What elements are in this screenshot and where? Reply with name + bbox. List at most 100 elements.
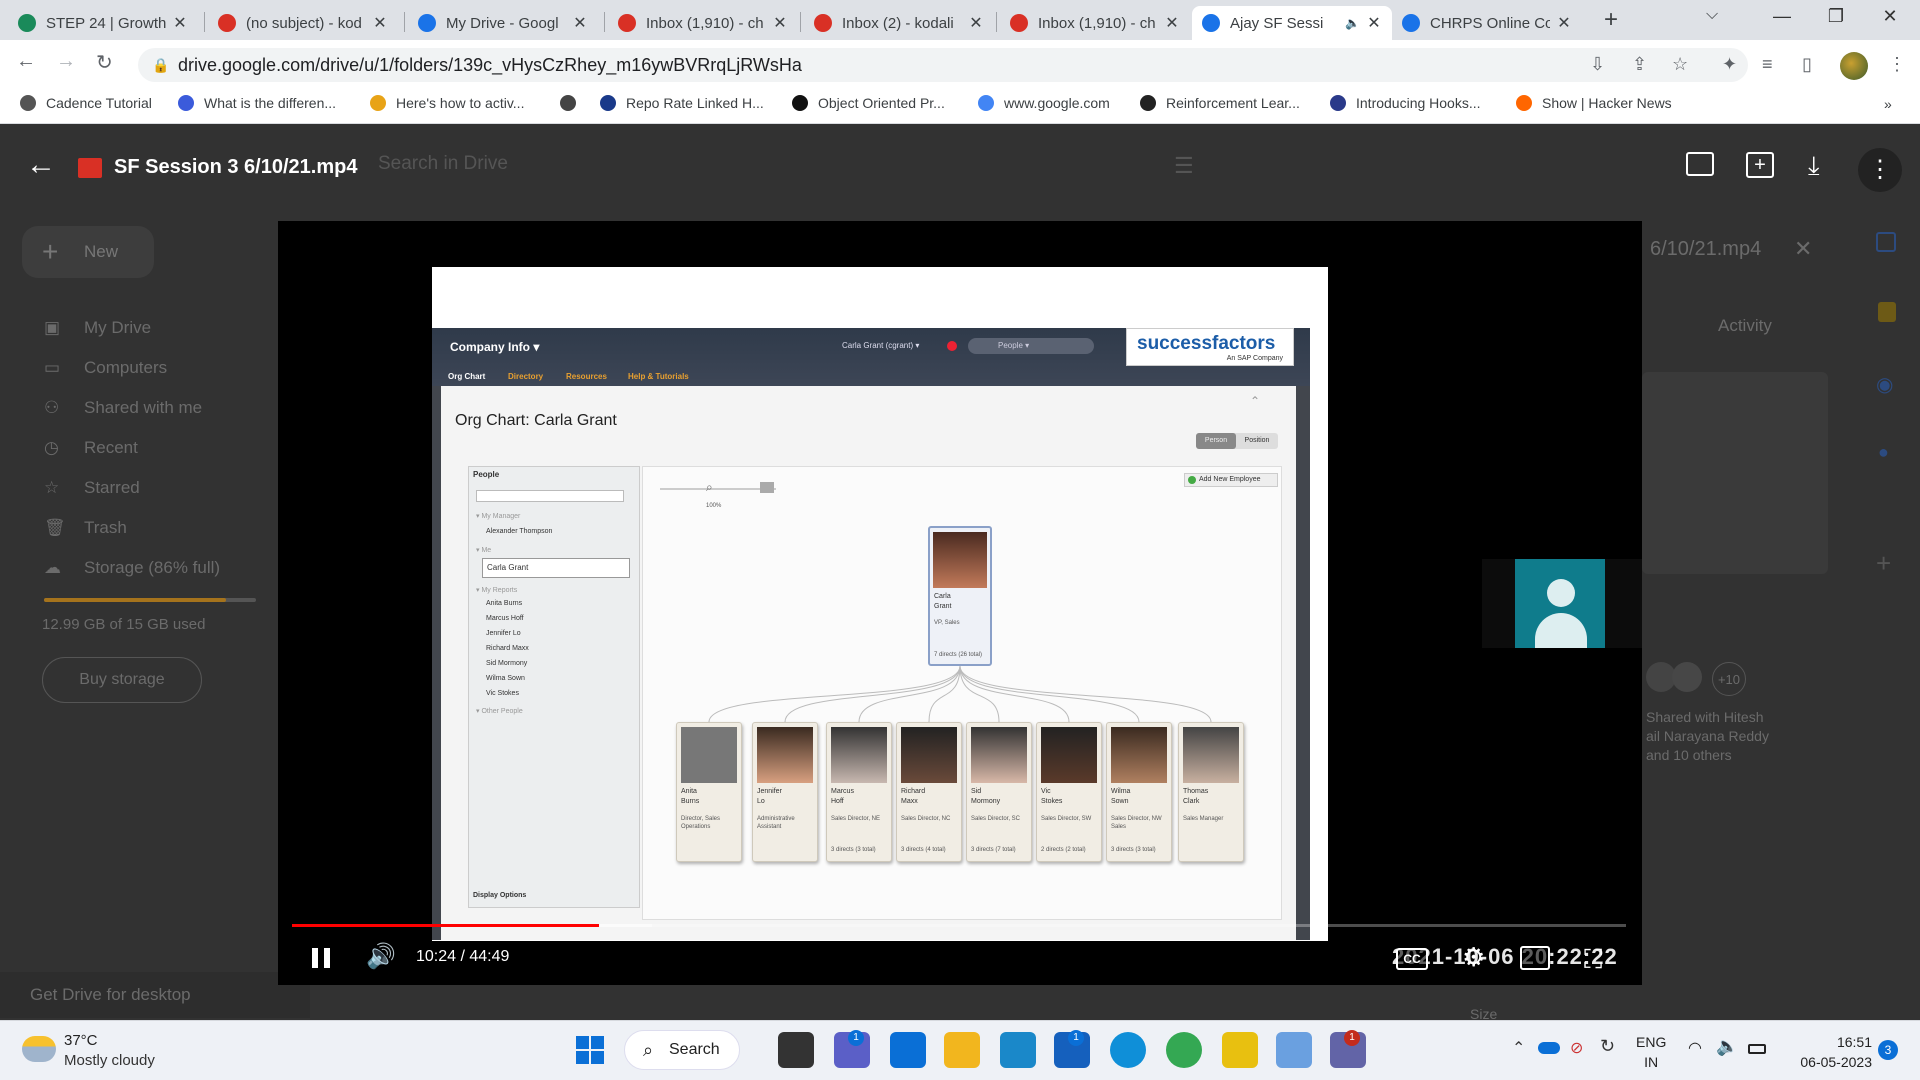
taskbar-search[interactable]: ⌕ Search xyxy=(624,1030,740,1070)
bookmark-star-icon[interactable]: ☆ xyxy=(1672,54,1688,75)
bookmark-item[interactable]: Cadence Tutorial xyxy=(20,95,152,111)
fullscreen-icon[interactable]: ⛶ xyxy=(1584,944,1602,976)
bookmark-item[interactable]: Reinforcement Lear... xyxy=(1140,95,1300,111)
learning-app-icon[interactable] xyxy=(1000,1032,1036,1068)
close-tab-icon[interactable]: ✕ xyxy=(772,13,788,33)
add-comment-icon[interactable]: + xyxy=(1746,152,1774,178)
drive-nav-item[interactable]: ⚇ Shared with me xyxy=(44,398,202,418)
drive-nav-item[interactable]: ☆ Starred xyxy=(44,478,140,498)
storage-used-text: 12.99 GB of 15 GB used xyxy=(42,616,206,633)
task-view-icon[interactable] xyxy=(778,1032,814,1068)
close-tab-icon[interactable]: ✕ xyxy=(172,13,188,33)
snipping-tool-icon[interactable] xyxy=(1276,1032,1312,1068)
miniplayer-icon[interactable] xyxy=(1520,946,1550,970)
bookmark-item[interactable]: Show | Hacker News xyxy=(1516,95,1672,111)
drive-nav-item[interactable]: ▭ Computers xyxy=(44,358,167,378)
close-tab-icon[interactable]: ✕ xyxy=(372,13,388,33)
tasks-icon[interactable]: ◉ xyxy=(1876,372,1893,397)
more-actions-icon[interactable]: ⋮ xyxy=(1858,148,1902,192)
notification-badge[interactable]: 3 xyxy=(1878,1040,1898,1060)
restore-button[interactable]: ❐ xyxy=(1816,6,1856,27)
close-tab-icon[interactable]: ✕ xyxy=(1164,13,1180,33)
open-with-icon[interactable] xyxy=(1686,152,1714,176)
search-options-icon[interactable]: ☰ xyxy=(1174,153,1194,179)
activity-tab[interactable]: Activity xyxy=(1718,316,1772,336)
more-bookmarks-icon[interactable]: » xyxy=(1884,96,1892,112)
extensions-icon[interactable]: ✦ xyxy=(1722,54,1737,75)
close-tab-icon[interactable]: ✕ xyxy=(572,13,588,33)
forward-icon[interactable]: → xyxy=(56,50,76,73)
add-addon-icon[interactable]: + xyxy=(1876,548,1891,579)
browser-tab[interactable]: Ajay SF Sessi 🔈 ✕ xyxy=(1192,6,1392,40)
bookmark-item[interactable]: What is the differen... xyxy=(178,95,336,111)
browser-tab[interactable]: (no subject) - kod ✕ xyxy=(208,6,398,40)
chrome-menu-icon[interactable]: ⋮ xyxy=(1888,54,1906,75)
new-button[interactable]: + New xyxy=(22,226,154,278)
browser-tab[interactable]: CHRPS Online Co ✕ xyxy=(1392,6,1582,40)
search-drive-input[interactable]: Search in Drive xyxy=(378,153,508,175)
clock[interactable]: 16:51 06-05-2023 xyxy=(1800,1032,1872,1072)
calendar-icon[interactable] xyxy=(1876,232,1896,252)
tab-audio-icon[interactable]: 🔈 xyxy=(1345,16,1360,30)
drive-nav-item[interactable]: ▣ My Drive xyxy=(44,318,151,338)
profile-avatar[interactable] xyxy=(1840,52,1868,80)
close-tab-icon[interactable]: ✕ xyxy=(1366,13,1382,33)
minimize-button[interactable]: — xyxy=(1762,6,1802,27)
back-arrow-icon[interactable]: ← xyxy=(26,150,56,180)
photos-app-icon[interactable] xyxy=(890,1032,926,1068)
edge-icon[interactable] xyxy=(1110,1032,1146,1068)
browser-tab[interactable]: Inbox (1,910) - ch ✕ xyxy=(1000,6,1190,40)
new-tab-button[interactable]: + xyxy=(1596,6,1626,34)
address-bar[interactable]: 🔒 drive.google.com/drive/u/1/folders/139… xyxy=(138,48,1748,82)
close-tab-icon[interactable]: ✕ xyxy=(1556,13,1572,33)
back-icon[interactable]: ← xyxy=(16,50,36,73)
buy-storage-button[interactable]: Buy storage xyxy=(42,657,202,703)
start-button[interactable] xyxy=(576,1036,604,1064)
volume-icon[interactable]: 🔊 xyxy=(366,942,396,971)
bookmark-item[interactable]: www.google.com xyxy=(978,95,1110,111)
lock-icon[interactable]: 🔒 xyxy=(152,48,169,82)
wifi-icon[interactable]: ◠ xyxy=(1688,1038,1702,1058)
bookmark-item[interactable]: Object Oriented Pr... xyxy=(792,95,945,111)
sync-icon[interactable]: ↻ xyxy=(1600,1036,1615,1057)
keep-icon[interactable] xyxy=(1878,302,1896,322)
reload-icon[interactable]: ↻ xyxy=(96,50,113,75)
browser-tab[interactable]: Inbox (2) - kodali ✕ xyxy=(804,6,994,40)
install-app-icon[interactable]: ⇩ xyxy=(1590,54,1605,75)
speaker-icon[interactable]: 🔈 xyxy=(1716,1036,1738,1057)
drive-nav-item[interactable]: ◷ Recent xyxy=(44,438,138,458)
get-drive-banner[interactable]: Get Drive for desktop xyxy=(0,972,310,1018)
tab-search-chevron-icon[interactable]: ⌵ xyxy=(1706,6,1718,24)
weather-desc[interactable]: Mostly cloudy xyxy=(64,1052,155,1069)
media-control-icon[interactable]: ≡ xyxy=(1762,54,1773,75)
share-icon[interactable]: ⇪ xyxy=(1632,54,1647,75)
network-status-icon[interactable]: ⊘ xyxy=(1570,1038,1583,1058)
contacts-icon[interactable]: ● xyxy=(1878,442,1889,463)
onedrive-icon[interactable] xyxy=(1538,1042,1560,1054)
file-explorer-icon[interactable] xyxy=(944,1032,980,1068)
browser-tab[interactable]: STEP 24 | Growth ✕ xyxy=(8,6,198,40)
details-close-icon[interactable]: ✕ xyxy=(1794,236,1812,262)
weather-icon[interactable] xyxy=(22,1036,56,1062)
drive-nav-item[interactable]: 🗑 Trash xyxy=(44,518,127,538)
bookmark-item[interactable] xyxy=(560,95,586,111)
checkmark-app-icon[interactable] xyxy=(1222,1032,1258,1068)
show-hidden-icons[interactable]: ⌃ xyxy=(1512,1038,1525,1058)
bookmark-item[interactable]: Introducing Hooks... xyxy=(1330,95,1481,111)
close-tab-icon[interactable]: ✕ xyxy=(968,13,984,33)
browser-tab[interactable]: My Drive - Googl ✕ xyxy=(408,6,598,40)
pause-button[interactable] xyxy=(310,946,334,970)
chrome-icon[interactable] xyxy=(1166,1032,1202,1068)
bookmark-item[interactable]: Here's how to activ... xyxy=(370,95,524,111)
side-panel-icon[interactable]: ▯ xyxy=(1802,54,1812,75)
close-window-button[interactable]: ✕ xyxy=(1870,6,1910,27)
bookmark-item[interactable]: Repo Rate Linked H... xyxy=(600,95,764,111)
browser-tab[interactable]: Inbox (1,910) - ch ✕ xyxy=(608,6,798,40)
weather-temp[interactable]: 37°C xyxy=(64,1032,98,1049)
battery-icon[interactable] xyxy=(1748,1044,1766,1054)
download-icon[interactable]: ⤓ xyxy=(1808,150,1820,182)
drive-nav-item[interactable]: ☁ Storage (86% full) xyxy=(44,558,220,578)
settings-gear-icon[interactable]: ⚙ xyxy=(1462,942,1485,973)
captions-button[interactable]: CC xyxy=(1396,948,1428,970)
language-indicator[interactable]: ENG IN xyxy=(1636,1032,1666,1072)
